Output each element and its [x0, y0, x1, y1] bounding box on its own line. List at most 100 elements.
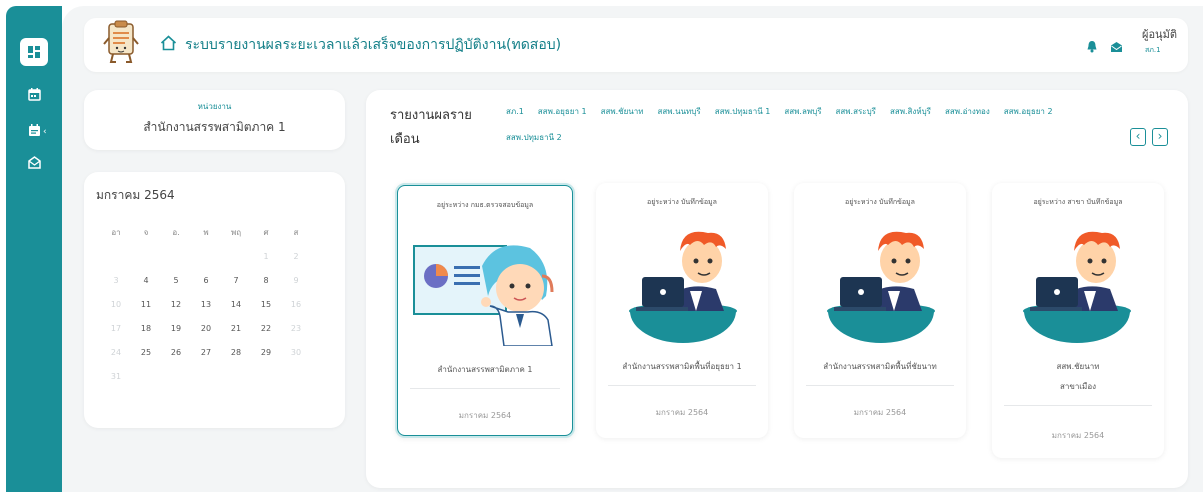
laptop-worker-illustration — [1022, 227, 1132, 347]
agency-tab[interactable]: สสพ.ชัยนาท — [601, 106, 644, 118]
card-month: มกราคม 2564 — [655, 408, 709, 417]
calendar-day — [161, 252, 191, 262]
report-title: รายงานผลราย เดือน — [390, 104, 480, 152]
chevron-left-icon[interactable]: ‹ — [43, 127, 47, 137]
card-agency-name: สำนักงานสรรพสามิตพื้นที่อยุธยา 1 — [622, 362, 742, 371]
calendar-day[interactable]: 27 — [191, 348, 221, 358]
card-month: มกราคม 2564 — [458, 411, 512, 420]
calendar-weekday: จ — [143, 228, 149, 237]
calendar-card: มกราคม 2564 อาจอ. พพฤศส 1 2 3 4 5 6 7 8 9 10 11 12 13 1… — [84, 172, 345, 428]
calendar-weekday: อ. — [172, 228, 180, 237]
calendar-day[interactable]: 16 — [281, 300, 311, 310]
card-month: มกราคม 2564 — [1051, 431, 1105, 440]
agency-tab[interactable]: สภ.1 — [506, 106, 524, 118]
calendar-grid: อาจอ. พพฤศส 1 2 3 4 5 6 7 8 9 10 11 12 13 14 15 16 17 18 19 2… — [101, 228, 311, 382]
calendar-day[interactable]: 21 — [221, 324, 251, 334]
calendar-day[interactable]: 1 — [251, 252, 281, 262]
calendar-day[interactable]: 11 — [131, 300, 161, 310]
calendar-weekday: ศ — [263, 228, 269, 237]
calendar-day[interactable]: 15 — [251, 300, 281, 310]
agency-tab[interactable]: สสพ.อยุธยา 1 — [538, 106, 587, 118]
report-title-line2: เดือน — [390, 132, 420, 147]
calendar-day[interactable]: 10 — [101, 300, 131, 310]
agency-card: หน่วยงาน สำนักงานสรรพสามิตภาค 1 — [84, 90, 345, 150]
mail-icon[interactable] — [1110, 38, 1123, 52]
dashboard-icon[interactable] — [26, 44, 42, 60]
agency-tab[interactable]: สสพ.สิงห์บุรี — [890, 106, 931, 118]
calendar-day[interactable]: 3 — [101, 276, 131, 286]
calendar-day — [191, 252, 221, 262]
calendar-menu-icon[interactable] — [26, 122, 42, 138]
calendar-weekday: พฤ — [230, 228, 242, 237]
calendar-day[interactable]: 26 — [161, 348, 191, 358]
agency-tab[interactable]: สสพ.อยุธยา 2 — [1004, 106, 1053, 118]
status-card[interactable]: อยู่ระหว่าง บันทึกข้อมูล สำนักงานสรรพสาม… — [794, 183, 966, 438]
laptop-worker-illustration — [628, 227, 738, 347]
prev-button[interactable]: ‹ — [1130, 128, 1146, 146]
user-role: สภ.1 — [1145, 46, 1161, 54]
calendar-day — [221, 252, 251, 262]
calendar-day[interactable]: 14 — [221, 300, 251, 310]
calendar-day[interactable]: 22 — [251, 324, 281, 334]
calendar-day[interactable]: 13 — [191, 300, 221, 310]
calendar-day[interactable]: 25 — [131, 348, 161, 358]
report-title-line1: รายงานผลราย — [390, 108, 472, 123]
calendar-weekday: พ — [203, 228, 209, 237]
calendar-day[interactable]: 28 — [221, 348, 251, 358]
clipboard-mascot-logo — [102, 20, 140, 66]
calendar-day[interactable]: 24 — [101, 348, 131, 358]
agency-name: สำนักงานสรรพสามิตภาค 1 — [143, 120, 286, 134]
calendar-weekday: ส — [293, 228, 299, 237]
calendar-day — [131, 252, 161, 262]
agency-tab[interactable]: สสพ.ปทุมธานี 2 — [506, 132, 562, 144]
card-agency-name: สำนักงานสรรพสามิตภาค 1 — [437, 365, 533, 374]
card-divider — [1004, 405, 1152, 406]
card-divider — [806, 385, 954, 386]
laptop-worker-illustration — [826, 227, 936, 347]
calendar-day[interactable]: 4 — [131, 276, 161, 286]
calendar-day — [101, 252, 131, 262]
agency-tab[interactable]: สสพ.ปทุมธานี 1 — [715, 106, 771, 118]
agency-tabs: สภ.1 สสพ.อยุธยา 1 สสพ.ชัยนาท สสพ.นนทบุรี สสพ… — [506, 106, 1116, 144]
calendar-day[interactable]: 7 — [221, 276, 251, 286]
calendar-day[interactable]: 19 — [161, 324, 191, 334]
calendar-day[interactable]: 8 — [251, 276, 281, 286]
sidebar: ‹ — [6, 6, 62, 492]
user-name[interactable]: ผู้อนุมัติ — [1142, 25, 1177, 43]
mail-icon[interactable] — [26, 154, 42, 170]
calendar-day[interactable]: 20 — [191, 324, 221, 334]
calendar-day[interactable]: 29 — [251, 348, 281, 358]
calendar-day[interactable]: 17 — [101, 324, 131, 334]
calendar-day[interactable]: 9 — [281, 276, 311, 286]
calendar-weekday: อา — [111, 228, 121, 237]
app-title: ระบบรายงานผลระยะเวลาแล้วเสร็จของการปฏิบั… — [185, 37, 562, 53]
calendar-day[interactable]: 2 — [281, 252, 311, 262]
agency-tab[interactable]: สสพ.สระบุรี — [836, 106, 876, 118]
card-divider — [608, 385, 756, 386]
calendar-month-title: มกราคม 2564 — [96, 188, 175, 202]
card-status: อยู่ระหว่าง บันทึกข้อมูล — [845, 198, 915, 206]
status-card[interactable]: อยู่ระหว่าง บันทึกข้อมูล สำนักงานสรรพสาม… — [596, 183, 768, 438]
calendar-day[interactable]: 31 — [101, 372, 131, 382]
card-month: มกราคม 2564 — [853, 408, 907, 417]
card-branch-name: สาขาเมือง — [1059, 382, 1097, 391]
bell-icon[interactable] — [1086, 38, 1098, 53]
calendar-day[interactable]: 30 — [281, 348, 311, 358]
card-status: อยู่ระหว่าง บันทึกข้อมูล — [647, 198, 717, 206]
calendar-day[interactable]: 18 — [131, 324, 161, 334]
status-card[interactable]: อยู่ระหว่าง กมธ.ตรวจสอบข้อมูล สำนักงานสร… — [395, 183, 575, 438]
calendar-day[interactable]: 5 — [161, 276, 191, 286]
calendar-day[interactable]: 12 — [161, 300, 191, 310]
calendar-icon[interactable] — [26, 86, 42, 102]
presenter-illustration — [412, 236, 562, 350]
calendar-day[interactable]: 23 — [281, 324, 311, 334]
agency-tab[interactable]: สสพ.อ่างทอง — [945, 106, 990, 118]
agency-tab[interactable]: สสพ.นนทบุรี — [658, 106, 701, 118]
home-icon[interactable] — [160, 35, 177, 51]
next-button[interactable]: › — [1152, 128, 1168, 146]
card-agency-name: สำนักงานสรรพสามิตพื้นที่ชัยนาท — [823, 362, 937, 371]
card-divider — [410, 388, 560, 389]
calendar-day[interactable]: 6 — [191, 276, 221, 286]
agency-tab[interactable]: สสพ.ลพบุรี — [784, 106, 821, 118]
status-card[interactable]: อยู่ระหว่าง สาขา บันทึกข้อมูล สสพ.ชัยนาท… — [992, 183, 1164, 458]
